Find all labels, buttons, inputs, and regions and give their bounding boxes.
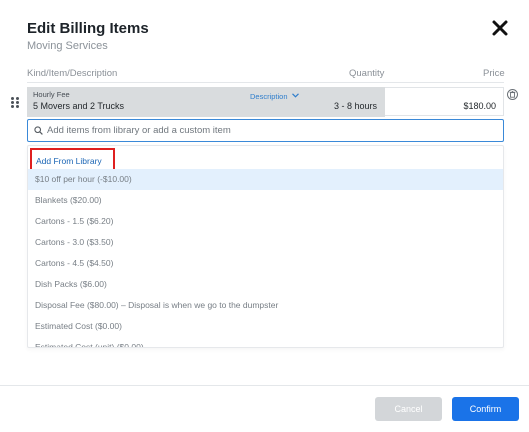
library-option[interactable]: Cartons - 4.5 ($4.50) [28, 253, 503, 274]
library-option[interactable]: Estimated Cost ($0.00) [28, 316, 503, 337]
cancel-button[interactable]: Cancel [375, 397, 442, 421]
header-divider [27, 82, 504, 83]
library-option[interactable]: Estimated Cost (unit) ($0.00) [28, 337, 503, 347]
description-toggle[interactable]: Description [250, 92, 299, 101]
edit-billing-items-modal: Edit Billing Items Moving Services Kind/… [0, 0, 529, 432]
trash-icon[interactable] [507, 89, 518, 100]
modal-subtitle: Moving Services [27, 40, 108, 52]
item-kind: Hourly Fee [33, 90, 70, 99]
item-quantity: 3 - 8 hours [334, 101, 378, 111]
chevron-down-icon [291, 93, 299, 98]
add-item-search-input[interactable] [47, 123, 487, 138]
library-option[interactable]: Cartons - 1.5 ($6.20) [28, 211, 503, 232]
add-item-search-box[interactable] [27, 119, 504, 142]
library-option[interactable]: Blankets ($20.00) [28, 190, 503, 211]
add-from-library-link[interactable]: Add From Library [36, 156, 102, 166]
description-link: Description [250, 92, 288, 101]
close-button[interactable] [489, 17, 511, 39]
column-header-quantity: Quantity [349, 68, 385, 79]
close-icon [492, 20, 508, 36]
library-option[interactable]: Cartons - 3.0 ($3.50) [28, 232, 503, 253]
modal-title: Edit Billing Items [27, 20, 149, 37]
drag-handle-icon[interactable] [11, 97, 20, 109]
item-price-field[interactable]: $180.00 [385, 87, 504, 116]
billing-item-row[interactable]: Hourly Fee 5 Movers and 2 Trucks Descrip… [27, 87, 504, 117]
billing-item-details[interactable]: Hourly Fee 5 Movers and 2 Trucks Descrip… [27, 87, 385, 117]
footer-divider [0, 385, 529, 386]
confirm-button[interactable]: Confirm [452, 397, 519, 421]
column-header-kind: Kind/Item/Description [27, 68, 118, 79]
library-option[interactable]: Dish Packs ($6.00) [28, 274, 503, 295]
column-header-price: Price [483, 68, 505, 79]
library-option[interactable]: $10 off per hour (-$10.00) [28, 169, 503, 190]
item-price: $180.00 [463, 101, 496, 111]
library-option[interactable]: Disposal Fee ($80.00) – Disposal is when… [28, 295, 503, 316]
item-name: 5 Movers and 2 Trucks [33, 101, 125, 111]
search-icon [34, 126, 43, 135]
item-library-dropdown: Add From Library $10 off per hour (-$10.… [27, 145, 504, 348]
